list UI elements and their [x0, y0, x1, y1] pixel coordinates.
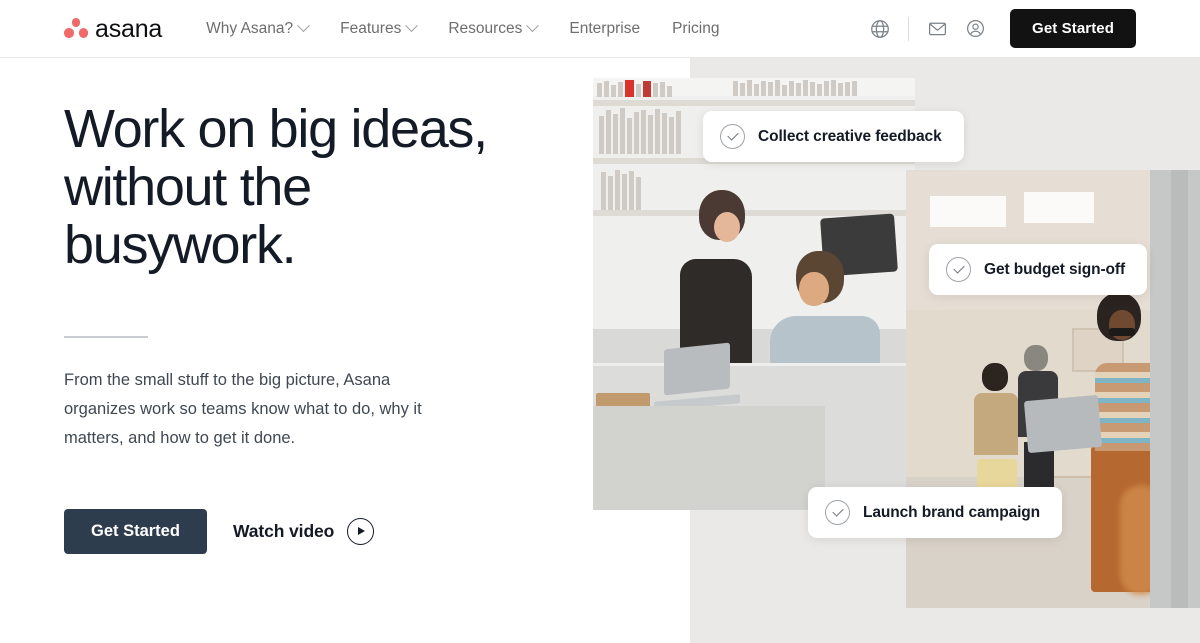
hero-cta-row: Get Started Watch video — [64, 508, 564, 554]
task-pill-get-budget-sign-off[interactable]: Get budget sign-off — [929, 244, 1148, 295]
photo-warehouse-woman-laptop — [906, 170, 1200, 608]
top-navigation-bar: asana Why Asana? Features Resources Ente… — [0, 0, 1200, 58]
task-pill-label: Get budget sign-off — [984, 260, 1126, 278]
hero-divider-rule — [64, 336, 148, 338]
nav-item-label: Enterprise — [569, 19, 641, 37]
nav-item-label: Pricing — [672, 19, 720, 37]
chevron-down-icon — [405, 19, 419, 33]
hero-copy-column: Work on big ideas, without the busywork.… — [64, 58, 564, 643]
primary-nav-links: Why Asana? Features Resources Enterprise… — [206, 19, 719, 38]
watch-video-label: Watch video — [232, 520, 335, 541]
nav-item-label: Features — [340, 19, 402, 37]
asana-three-dots-logo-icon — [64, 18, 88, 39]
chevron-down-icon — [526, 19, 540, 33]
brand-wordmark: asana — [95, 15, 163, 43]
task-pill-label: Launch brand campaign — [863, 503, 1041, 521]
nav-item-resources[interactable]: Resources — [448, 19, 540, 38]
hero-headline: Work on big ideas, without the busywork. — [64, 99, 488, 275]
chevron-down-icon — [297, 19, 311, 33]
hero-page: asana Why Asana? Features Resources Ente… — [0, 0, 1200, 643]
nav-get-started-button[interactable]: Get Started — [1010, 9, 1136, 48]
task-pill-launch-brand-campaign[interactable]: Launch brand campaign — [808, 487, 1063, 538]
nav-item-features[interactable]: Features — [340, 19, 419, 38]
task-pill-collect-creative-feedback[interactable]: Collect creative feedback — [703, 111, 964, 162]
hero-get-started-button[interactable]: Get Started — [64, 508, 207, 554]
globe-icon[interactable] — [861, 10, 899, 48]
play-icon — [347, 517, 375, 545]
asana-logo[interactable]: asana — [64, 14, 162, 43]
nav-item-pricing[interactable]: Pricing — [672, 20, 719, 38]
check-circle-icon — [720, 124, 745, 149]
nav-item-why-asana[interactable]: Why Asana? — [206, 19, 311, 38]
nav-divider — [908, 16, 910, 41]
mail-icon[interactable] — [918, 10, 956, 48]
nav-utility-group: Get Started — [861, 9, 1136, 48]
watch-video-button[interactable]: Watch video — [232, 517, 375, 545]
nav-item-enterprise[interactable]: Enterprise — [569, 20, 640, 38]
check-circle-icon — [825, 500, 850, 525]
nav-item-label: Resources — [448, 19, 523, 37]
task-pill-label: Collect creative feedback — [758, 127, 942, 145]
check-circle-icon — [946, 257, 971, 282]
account-icon[interactable] — [956, 10, 994, 48]
hero-subtext: From the small stuff to the big picture,… — [64, 370, 422, 447]
nav-item-label: Why Asana? — [206, 19, 294, 37]
